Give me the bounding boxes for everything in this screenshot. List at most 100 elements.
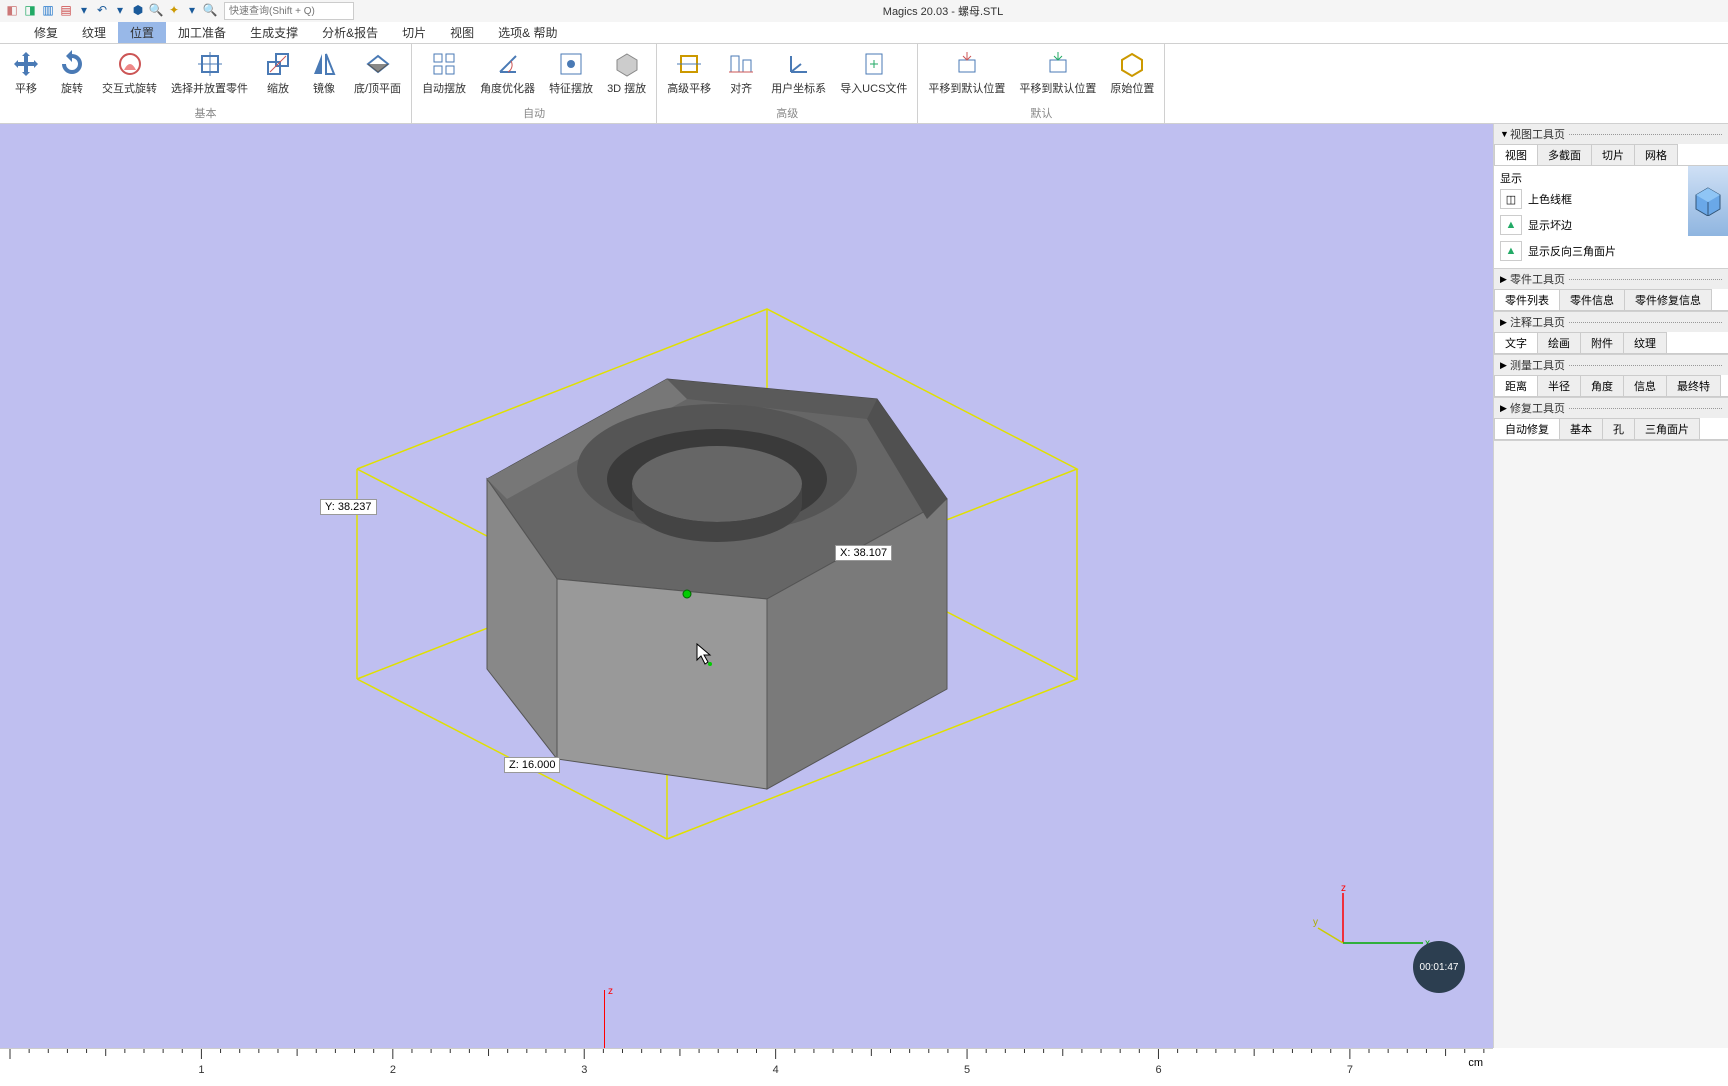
tab-slice[interactable]: 切片 [390,22,438,43]
btn-import-ucs[interactable]: 导入UCS文件 [836,46,911,104]
cube-icon: ◫ [1500,189,1522,209]
ruler-ticks: 1234567 [10,1049,1493,1076]
ribbon-group-advanced: 高级平移 对齐 用户坐标系 导入UCS文件 高级 [657,44,918,123]
svg-text:y: y [1313,917,1318,928]
tri-icon: ▲ [1500,215,1522,235]
tab-position[interactable]: 位置 [118,22,166,43]
svg-text:1: 1 [198,1064,204,1076]
btn-move-default1[interactable]: 平移到默认位置 [924,46,1009,104]
ptab-attach[interactable]: 附件 [1580,332,1624,353]
svg-text:6: 6 [1155,1064,1161,1076]
group-label-advanced: 高级 [663,104,911,123]
tab-support[interactable]: 生成支撑 [238,22,310,43]
panel-header-repair[interactable]: ▶修复工具页 [1494,398,1728,418]
group-label-auto: 自动 [418,104,650,123]
undo-icon[interactable]: ↶ [94,2,110,18]
btn-angle-opt[interactable]: 角度优化器 [476,46,539,104]
ptab-slice[interactable]: 切片 [1591,144,1635,165]
qa-dropdown[interactable]: ▾ [76,2,92,18]
tab-texture[interactable]: 纹理 [70,22,118,43]
ruler-marker: z [604,990,605,1048]
ribbon-group-basic: 平移 旋转 交互式旋转 选择并放置零件 缩放 镜像 底/顶平面 基本 [0,44,412,123]
panel-part-tools: ▶零件工具页 零件列表 零件信息 零件修复信息 [1494,269,1728,312]
btn-pick-place[interactable]: 选择并放置零件 [167,46,252,104]
ptab-mesh[interactable]: 网格 [1634,144,1678,165]
display-item-2[interactable]: ▲显示反向三角面片 [1500,238,1722,264]
tab-prep[interactable]: 加工准备 [166,22,238,43]
btn-scale[interactable]: 缩放 [258,46,298,104]
dim-x: X: 38.107 [835,545,892,561]
ptab-view[interactable]: 视图 [1494,144,1538,165]
redo-icon[interactable]: ▾ [112,2,128,18]
btn-move-default2[interactable]: 平移到默认位置 [1015,46,1100,104]
axis-gizmo: z x y [1313,883,1433,963]
side-panel: ▼视图工具页 视图 多截面 切片 网格 显示 ◫上色线框 ▲显示坏边 ▲显示反向… [1493,124,1728,1048]
ptab-radius[interactable]: 半径 [1537,375,1581,396]
qa-cube-icon[interactable]: ⬢ [130,2,146,18]
search-input[interactable] [224,2,354,20]
ribbon-group-default: 平移到默认位置 平移到默认位置 原始位置 默认 [918,44,1165,123]
panel-header-measure[interactable]: ▶测量工具页 [1494,355,1728,375]
ptab-triangle[interactable]: 三角面片 [1634,418,1700,439]
qa-icon-2[interactable]: ◨ [22,2,38,18]
btn-auto-place[interactable]: 自动摆放 [418,46,470,104]
qa-search2-icon[interactable]: 🔍 [202,2,218,18]
svg-text:5: 5 [964,1064,970,1076]
btn-mirror[interactable]: 镜像 [304,46,344,104]
panel-header-annotation[interactable]: ▶注释工具页 [1494,312,1728,332]
qa-icon-4[interactable]: ▤ [58,2,74,18]
quick-access-toolbar: ◧ ◨ ▥ ▤ ▾ ↶ ▾ ⬢ 🔍 ✦ ▾ 🔍 [0,2,358,20]
btn-original[interactable]: 原始位置 [1106,46,1158,104]
workspace: Y: 38.237 X: 38.107 Z: 16.000 z x y z 00… [0,124,1728,1048]
btn-3d-place[interactable]: 3D 摆放 [603,46,650,104]
qa-icon-3[interactable]: ▥ [40,2,56,18]
ptab-dist[interactable]: 距离 [1494,375,1538,396]
tab-repair[interactable]: 修复 [22,22,70,43]
tab-options[interactable]: 选项& 帮助 [486,22,569,43]
ptab-angle[interactable]: 角度 [1580,375,1624,396]
btn-interactive-rotate[interactable]: 交互式旋转 [98,46,161,104]
ruler-unit: cm [1468,1057,1483,1069]
dim-y: Y: 38.237 [320,499,377,515]
ptab-tex[interactable]: 纹理 [1623,332,1667,353]
svg-text:2: 2 [390,1064,396,1076]
panel-header-view[interactable]: ▼视图工具页 [1494,124,1728,144]
ptab-autorepair[interactable]: 自动修复 [1494,418,1560,439]
ptab-info[interactable]: 信息 [1623,375,1667,396]
qa-dropdown-2[interactable]: ▾ [184,2,200,18]
menu-tabs: 修复 纹理 位置 加工准备 生成支撑 分析&报告 切片 视图 选项& 帮助 [0,22,1728,44]
svg-text:4: 4 [773,1064,779,1076]
viewport-3d[interactable]: Y: 38.237 X: 38.107 Z: 16.000 z x y z 00… [0,124,1493,1048]
btn-align[interactable]: 对齐 [721,46,761,104]
ptab-draw[interactable]: 绘画 [1537,332,1581,353]
ptab-basic[interactable]: 基本 [1559,418,1603,439]
ptab-partinfo[interactable]: 零件信息 [1559,289,1625,310]
btn-rotate[interactable]: 旋转 [52,46,92,104]
qa-search-icon[interactable]: 🔍 [148,2,164,18]
btn-bottom-top[interactable]: 底/顶平面 [350,46,405,104]
panel-header-part[interactable]: ▶零件工具页 [1494,269,1728,289]
ptab-section[interactable]: 多截面 [1537,144,1592,165]
qa-icon-1[interactable]: ◧ [4,2,20,18]
panel-repair-tools: ▶修复工具页 自动修复 基本 孔 三角面片 [1494,398,1728,441]
tab-view[interactable]: 视图 [438,22,486,43]
svg-text:3: 3 [581,1064,587,1076]
ruler-horizontal: 1234567 cm [0,1048,1493,1080]
ptab-partlist[interactable]: 零件列表 [1494,289,1560,310]
dim-z: Z: 16.000 [504,757,560,773]
btn-feature-place[interactable]: 特征摆放 [545,46,597,104]
ptab-partrepair[interactable]: 零件修复信息 [1624,289,1712,310]
qa-wand-icon[interactable]: ✦ [166,2,182,18]
ptab-hole[interactable]: 孔 [1602,418,1635,439]
btn-adv-translate[interactable]: 高级平移 [663,46,715,104]
orientation-cube[interactable] [1688,166,1728,236]
titlebar: ◧ ◨ ▥ ▤ ▾ ↶ ▾ ⬢ 🔍 ✦ ▾ 🔍 Magics 20.03 - 螺… [0,0,1728,22]
ptab-final[interactable]: 最终特 [1666,375,1721,396]
ribbon-group-auto: 自动摆放 角度优化器 特征摆放 3D 摆放 自动 [412,44,657,123]
tab-analysis[interactable]: 分析&报告 [310,22,390,43]
ptab-text[interactable]: 文字 [1494,332,1538,353]
btn-ucs[interactable]: 用户坐标系 [767,46,830,104]
tri2-icon: ▲ [1500,241,1522,261]
btn-translate[interactable]: 平移 [6,46,46,104]
window-title: Magics 20.03 - 螺母.STL [358,3,1528,19]
